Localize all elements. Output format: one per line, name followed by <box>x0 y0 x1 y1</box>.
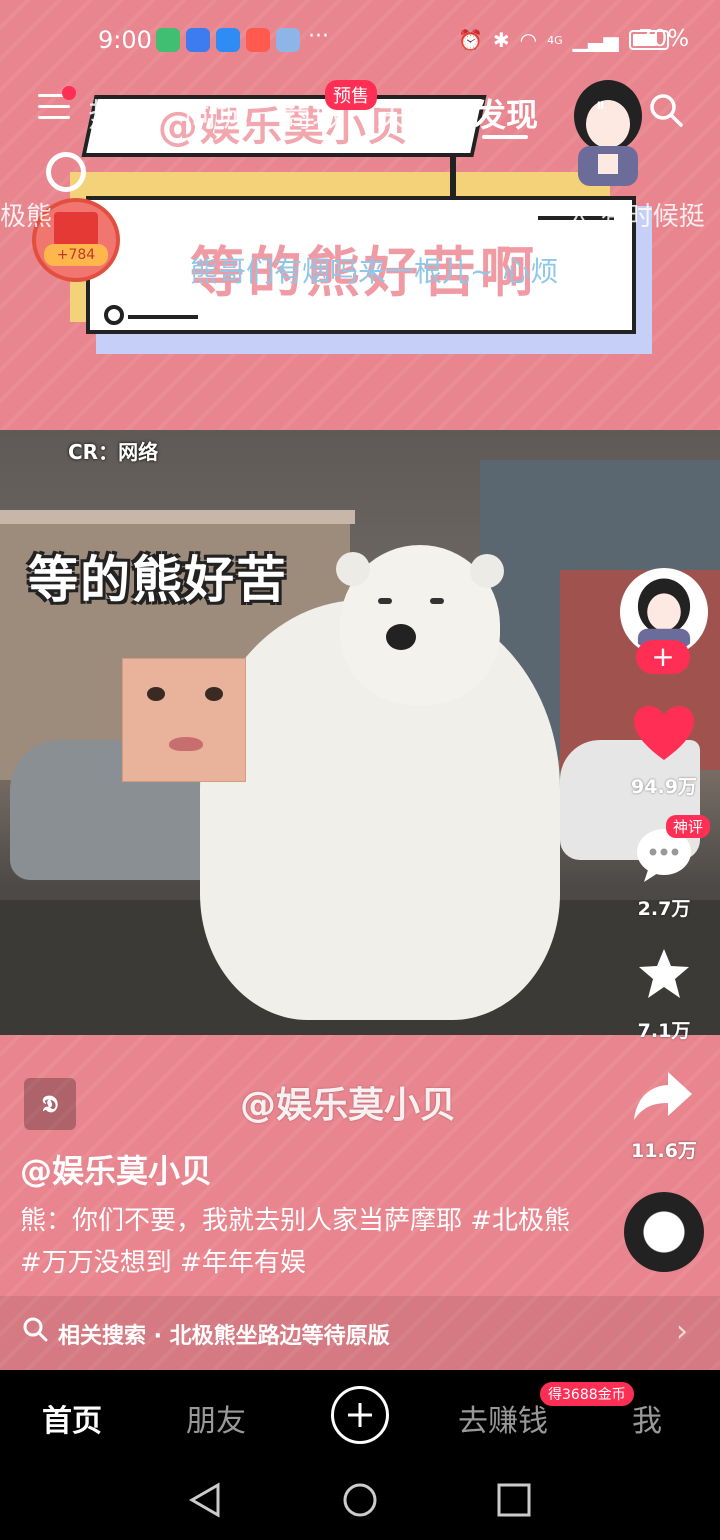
network-type: 4G <box>547 33 563 47</box>
back-icon[interactable] <box>188 1482 224 1518</box>
signal-icon: ▁▃▅ <box>572 28 619 52</box>
author-name[interactable]: @娱乐莫小贝 <box>20 1146 212 1192</box>
coin-reward-badge: 得3688金币 <box>540 1382 634 1406</box>
tab-hot[interactable]: 热门 <box>88 90 152 136</box>
danmaku-comment: 鬼，怎么才来 <box>120 202 277 232</box>
video-wall-top <box>0 510 355 524</box>
poster-divider <box>450 156 456 198</box>
like-heart-icon[interactable] <box>632 704 696 762</box>
video-credit: CR：网络 <box>68 440 159 464</box>
plus-icon <box>348 1403 372 1427</box>
chevron-right-icon: › <box>676 1314 688 1349</box>
system-navigation-bar <box>0 1462 720 1540</box>
tab-home[interactable]: 首页 <box>42 1396 102 1440</box>
menu-notification-dot <box>62 86 76 100</box>
live-streamer-avatar[interactable]: ⏸ <box>560 76 656 186</box>
comment-count: 2.7万 <box>637 898 691 920</box>
battery-percent: 70% <box>638 26 690 52</box>
video-watermark: @娱乐莫小贝 <box>240 1085 457 1126</box>
red-envelope-icon <box>54 212 98 246</box>
alarm-icon: ⏰ <box>458 28 483 52</box>
polar-bear-nose <box>386 624 416 650</box>
tab-local[interactable]: 同城 <box>184 90 248 136</box>
danmaku-comment: 极熊 <box>0 202 53 232</box>
search-icon <box>23 1317 48 1342</box>
red-envelope-count: +784 <box>44 244 108 266</box>
bottom-tab-bar: 首页 朋友 去赚钱 得3688金币 我 <box>0 1370 720 1462</box>
polar-bear-eye <box>430 598 444 604</box>
video-description[interactable]: 熊：你们不要，我就去别人家当萨摩耶 #北极熊 #万万没想到 #年年有娱 <box>20 1200 580 1284</box>
tab-friends[interactable]: 朋友 <box>186 1396 246 1440</box>
notification-app-icon <box>246 28 270 52</box>
sticker-eye <box>205 687 223 701</box>
favorite-star-icon[interactable] <box>636 946 692 1002</box>
create-post-button[interactable] <box>331 1386 389 1444</box>
tab-me[interactable]: 我 <box>632 1396 662 1440</box>
music-disc-icon[interactable] <box>624 1192 704 1272</box>
active-tab-indicator <box>482 135 528 139</box>
sticker-mouth <box>169 737 203 751</box>
notification-app-icon <box>216 28 240 52</box>
douyin-watermark-logo: 𝕯 <box>24 1078 76 1130</box>
favorite-count: 7.1万 <box>637 1020 691 1042</box>
presale-badge: 预售 <box>325 80 377 110</box>
polar-bear-ear <box>336 552 370 586</box>
notification-app-icon <box>156 28 180 52</box>
bluetooth-icon: ✱ <box>492 28 510 52</box>
svg-text:⏸: ⏸ <box>596 95 605 116</box>
video-feed-stage[interactable]: 等的熊好苦啊 @娱乐莫小贝 9:00 ··· ⏰ ✱ ◠ 4G ▁▃▅ 70% <box>0 0 720 1370</box>
related-search-bar[interactable]: 相关搜索 · 北极熊坐路边等待原版 › <box>0 1296 720 1370</box>
follow-button[interactable]: + <box>636 640 690 674</box>
poster-line <box>128 315 198 319</box>
share-count: 11.6万 <box>631 1140 697 1162</box>
notification-app-icons <box>156 28 300 52</box>
related-search-text: 相关搜索 · 北极熊坐路边等待原版 <box>58 1324 390 1349</box>
polar-bear-eye <box>378 598 392 604</box>
sticker-eye <box>147 687 165 701</box>
progress-ring <box>46 152 86 192</box>
danmaku-comment: 熊哥们有烟吗来一根儿~ 心烦 <box>190 255 559 288</box>
hot-comment-badge: 神评 <box>666 815 711 838</box>
notification-app-icon <box>276 28 300 52</box>
danmaku-comment: 人:有时候挺 <box>566 202 705 232</box>
share-arrow-icon[interactable] <box>632 1070 694 1122</box>
status-bar: 9:00 ··· ⏰ ✱ ◠ 4G ▁▃▅ 70% <box>0 22 720 62</box>
tab-earn[interactable]: 去赚钱 <box>458 1396 548 1440</box>
tab-discover[interactable]: 发现 <box>474 90 538 136</box>
baby-face-sticker <box>122 658 246 782</box>
poster-dot <box>104 305 124 325</box>
tab-following[interactable]: 关注 <box>376 90 440 136</box>
like-count: 94.9万 <box>631 776 697 798</box>
wifi-icon: ◠ <box>519 28 538 52</box>
home-icon[interactable] <box>342 1482 378 1518</box>
recents-icon[interactable] <box>496 1482 532 1518</box>
status-time: 9:00 <box>98 26 152 54</box>
notification-app-icon <box>186 28 210 52</box>
status-more-icon: ··· <box>308 24 329 49</box>
video-player[interactable]: CR：网络 等的熊好苦 <box>0 430 720 1035</box>
polar-bear-ear <box>470 554 504 588</box>
video-caption: 等的熊好苦 <box>28 551 288 609</box>
